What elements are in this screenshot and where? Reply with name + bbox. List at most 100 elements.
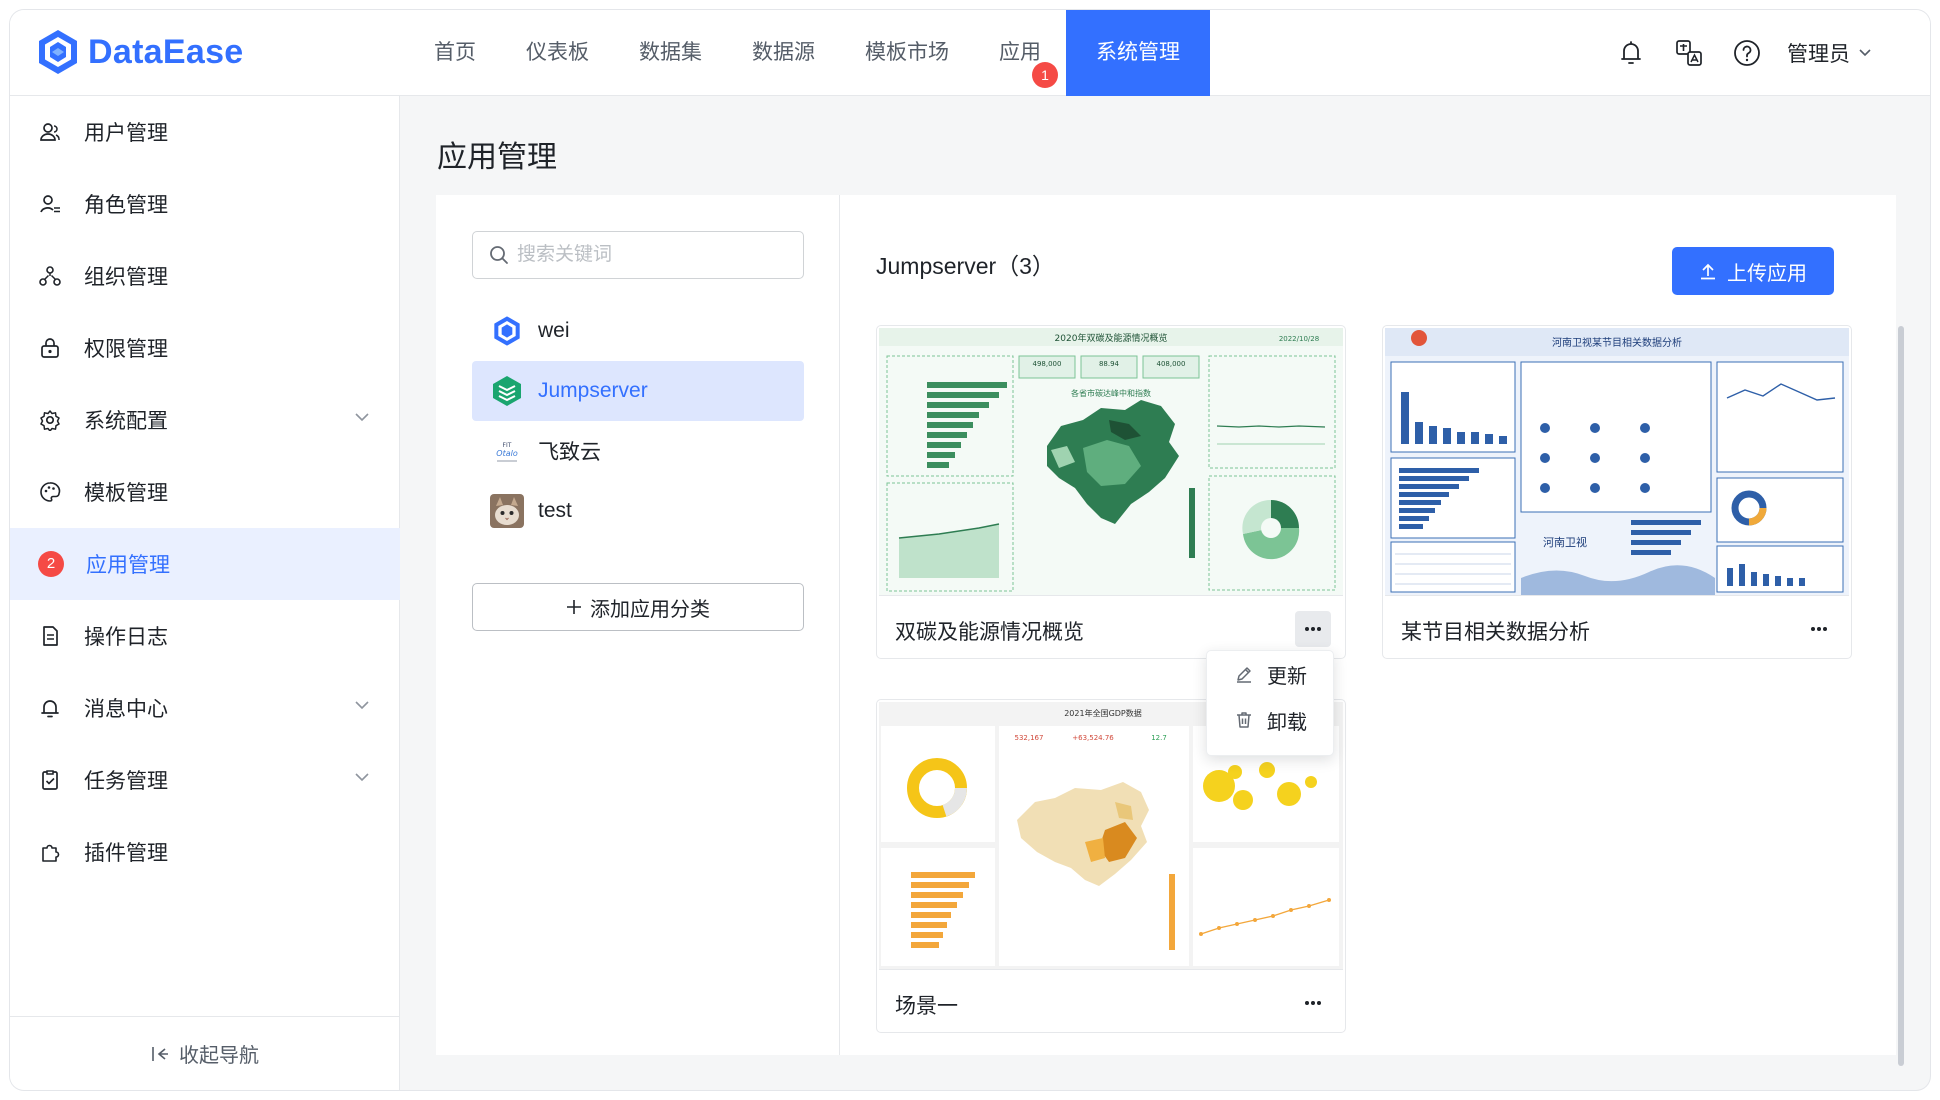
nav-datasource[interactable]: 数据源 <box>727 10 840 96</box>
sidebar-item-label: 消息中心 <box>84 698 168 721</box>
header-actions: 管理员 <box>1613 10 1872 96</box>
nav-label: 模板市场 <box>865 41 949 64</box>
app-card-name: 场景一 <box>895 995 958 1018</box>
search-input[interactable] <box>517 244 797 266</box>
category-label: wei <box>538 319 570 342</box>
search-icon <box>490 246 508 264</box>
chevron-down-icon[interactable] <box>354 771 370 783</box>
chevron-down-icon <box>1859 49 1871 57</box>
role-icon <box>38 192 62 216</box>
sidebar-item-users[interactable]: 用户管理 <box>10 96 400 168</box>
sidebar-item-roles[interactable]: 角色管理 <box>10 168 400 240</box>
nav-template-market[interactable]: 模板市场 <box>840 10 974 96</box>
nav-system-management[interactable]: 系统管理 <box>1066 10 1210 96</box>
app-card-name: 双碳及能源情况概览 <box>895 621 1084 644</box>
sidebar: 用户管理 角色管理 组织管理 权限管理 系统配置 模板管理 2 应用管理 操作日… <box>10 96 400 1090</box>
more-options-button[interactable] <box>1295 611 1331 647</box>
section-title: Jumpserver（3） <box>876 253 1055 279</box>
app-thumbnail: 河南卫视某节目相关数据分析 河南卫视 <box>1385 328 1849 596</box>
category-item-jumpserver[interactable]: Jumpserver <box>472 361 804 421</box>
more-horizontal-icon <box>1811 627 1827 631</box>
upload-app-button[interactable]: 上传应用 <box>1672 247 1834 295</box>
collapse-nav-label: 收起导航 <box>179 1045 259 1067</box>
app-panel: wei Jumpserver FITOtalo 飞致云 test 添加应用分类 … <box>436 195 1896 1055</box>
more-horizontal-icon <box>1305 1001 1321 1005</box>
sidebar-item-system-config[interactable]: 系统配置 <box>10 384 400 456</box>
cat-avatar-icon <box>490 494 524 528</box>
thumb-kpi: 532,167 <box>1015 734 1044 742</box>
category-label: 飞致云 <box>538 441 601 464</box>
app-window: DataEase 首页 仪表板 数据集 数据源 模板市场 应用 1 系统管理 管理… <box>10 10 1930 1090</box>
thumb-kpi: 408,000 <box>1157 360 1186 368</box>
upload-icon <box>1701 263 1715 280</box>
add-category-button[interactable]: 添加应用分类 <box>472 583 804 631</box>
menu-item-label: 更新 <box>1267 665 1307 688</box>
sidebar-item-label: 系统配置 <box>84 410 168 433</box>
org-icon <box>38 264 62 288</box>
plugin-icon <box>38 840 62 864</box>
category-item-fit2cloud[interactable]: FIT Otalo 飞致云 <box>472 421 804 481</box>
upload-label: 上传应用 <box>1727 262 1807 285</box>
thumb-title: 2020年双碳及能源情况概览 <box>1055 332 1168 344</box>
nav-dashboard[interactable]: 仪表板 <box>501 10 614 96</box>
sidebar-item-task-management[interactable]: 任务管理 <box>10 744 400 816</box>
sidebar-item-permissions[interactable]: 权限管理 <box>10 312 400 384</box>
app-card[interactable]: 河南卫视某节目相关数据分析 河南卫视 某节目相关数据分析 <box>1382 325 1852 659</box>
app-logo[interactable]: DataEase <box>36 28 244 76</box>
menu-item-uninstall[interactable]: 卸载 <box>1207 697 1333 743</box>
category-label: test <box>538 499 572 522</box>
sidebar-item-app-management[interactable]: 2 应用管理 <box>10 528 400 600</box>
more-options-button[interactable] <box>1295 985 1331 1021</box>
sidebar-item-label: 权限管理 <box>84 338 168 361</box>
sidebar-item-templates[interactable]: 模板管理 <box>10 456 400 528</box>
help-icon[interactable] <box>1729 35 1765 71</box>
plus-icon <box>567 600 581 614</box>
jumpserver-icon <box>490 374 524 408</box>
more-options-button[interactable] <box>1801 611 1837 647</box>
card-context-menu: 更新 卸载 <box>1206 650 1334 756</box>
thumb-map-title: 各省市碳达峰中和指数 <box>1071 388 1151 398</box>
translate-icon[interactable] <box>1671 35 1707 71</box>
chevron-down-icon[interactable] <box>354 411 370 423</box>
search-box[interactable] <box>472 231 804 279</box>
log-icon <box>38 624 62 648</box>
category-label: Jumpserver <box>538 379 648 402</box>
trash-icon <box>1237 712 1251 728</box>
user-icon <box>38 120 62 144</box>
gear-icon <box>38 408 62 432</box>
palette-icon <box>38 480 62 504</box>
sidebar-item-operation-log[interactable]: 操作日志 <box>10 600 400 672</box>
nav-label: 仪表板 <box>526 41 589 64</box>
nav-label: 应用 <box>999 41 1041 64</box>
sidebar-item-org[interactable]: 组织管理 <box>10 240 400 312</box>
nav-app[interactable]: 应用 1 <box>974 10 1066 96</box>
thumb-title: 河南卫视某节目相关数据分析 <box>1552 336 1682 349</box>
main-nav: 首页 仪表板 数据集 数据源 模板市场 应用 1 系统管理 <box>409 10 1210 96</box>
menu-item-update[interactable]: 更新 <box>1207 651 1333 697</box>
app-card[interactable]: 2020年双碳及能源情况概览 2022/10/28 498,000 88.94 … <box>876 325 1346 659</box>
nav-label: 数据源 <box>752 41 815 64</box>
nav-home[interactable]: 首页 <box>409 10 501 96</box>
thumb-kpi: 12.7 <box>1151 734 1167 742</box>
bell-icon <box>38 696 62 720</box>
collapse-nav-button[interactable]: 收起导航 <box>10 1016 400 1090</box>
fit2cloud-icon: FIT Otalo <box>490 434 524 468</box>
sidebar-item-message-center[interactable]: 消息中心 <box>10 672 400 744</box>
sidebar-item-label: 模板管理 <box>84 482 168 505</box>
lock-icon <box>38 336 62 360</box>
category-item-wei[interactable]: wei <box>472 301 804 361</box>
category-item-test[interactable]: test <box>472 481 804 541</box>
add-category-label: 添加应用分类 <box>590 598 710 621</box>
notification-badge: 1 <box>1032 62 1058 88</box>
category-column: wei Jumpserver FITOtalo 飞致云 test 添加应用分类 <box>436 195 840 1055</box>
thumb-kpi: 88.94 <box>1099 360 1120 368</box>
page-title: 应用管理 <box>437 141 557 174</box>
nav-dataset[interactable]: 数据集 <box>614 10 727 96</box>
chevron-down-icon[interactable] <box>354 699 370 711</box>
bell-icon[interactable] <box>1613 35 1649 71</box>
vertical-scrollbar[interactable] <box>1898 326 1904 1066</box>
app-list-column: Jumpserver（3） 上传应用 2020年双碳及能源情况概览 2022/1… <box>840 195 1896 1055</box>
thumb-kpi: +63,524.76 <box>1072 734 1114 742</box>
user-menu[interactable]: 管理员 <box>1787 38 1872 68</box>
sidebar-item-plugins[interactable]: 插件管理 <box>10 816 400 888</box>
